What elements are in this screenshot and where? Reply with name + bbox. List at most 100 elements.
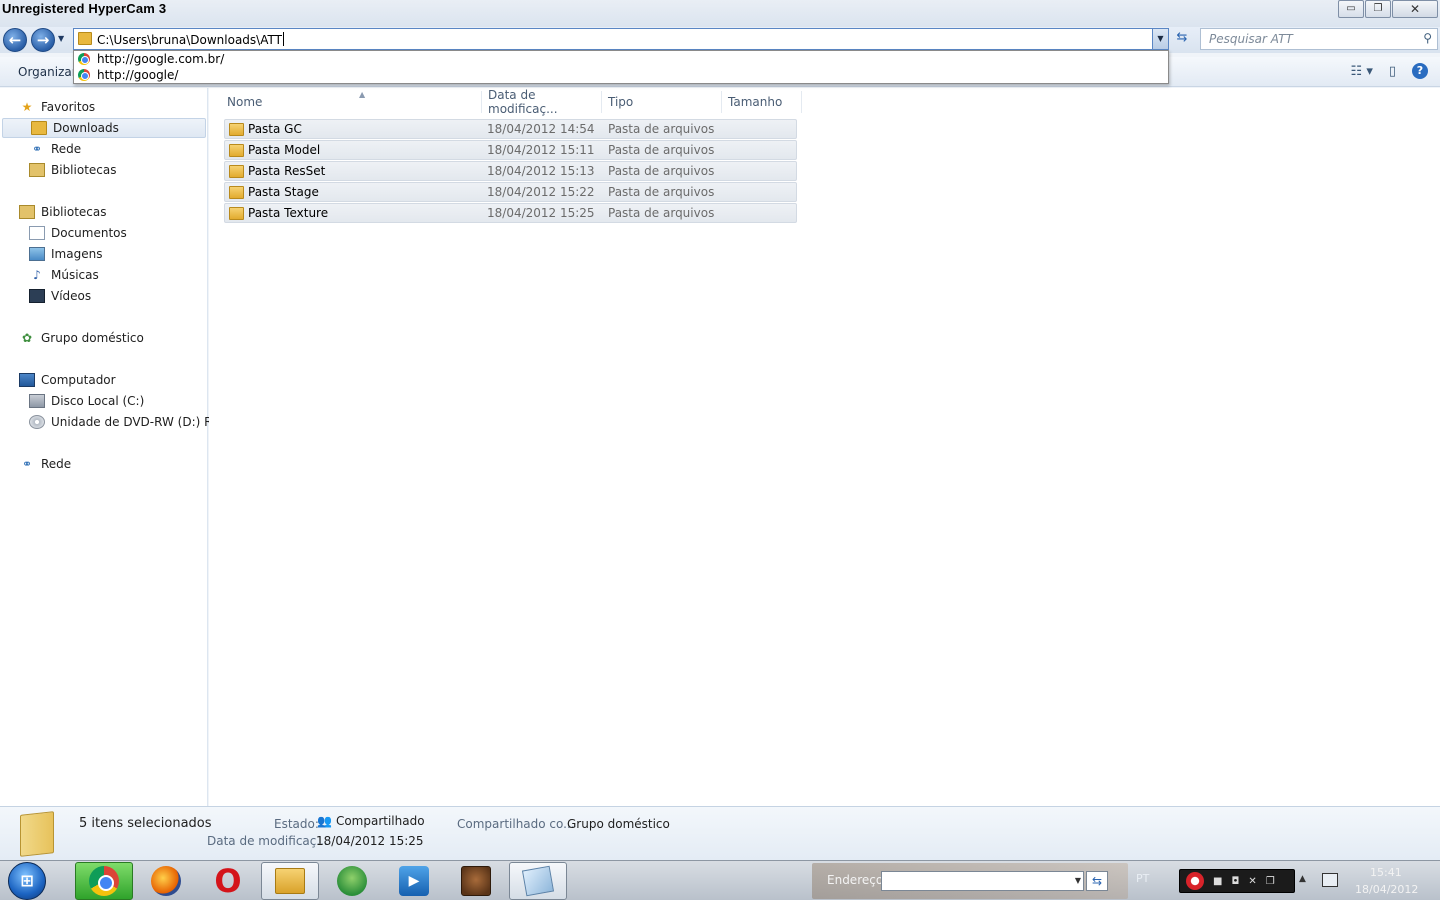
sidebar-item-bibliotecas[interactable]: Bibliotecas <box>19 202 106 222</box>
navigation-pane: ★ Favoritos Downloads ⚭ Rede Bibliotecas B… <box>0 88 225 806</box>
chevron-down-icon[interactable]: ▼ <box>1075 873 1081 889</box>
search-input[interactable]: Pesquisar ATT <box>1209 32 1293 46</box>
taskbar-windows-explorer[interactable] <box>261 862 319 900</box>
minimize-button[interactable]: ▭ <box>1338 0 1364 18</box>
address-dropdown-button[interactable]: ▼ <box>1152 29 1168 49</box>
taskbar-app-avatar[interactable] <box>447 862 505 900</box>
view-controls: ☷ ▾ ▯ ? <box>1351 63 1428 79</box>
column-header-label: Nome <box>227 95 263 109</box>
taskbar-opera[interactable]: O <box>199 862 257 900</box>
modified-date-label: Data de modificaç... <box>207 834 328 848</box>
sidebar-item-imagens[interactable]: Imagens <box>29 244 102 264</box>
details-pane: 5 itens selecionados Estado: 👥 Compartilh… <box>0 806 1440 860</box>
taskbar-chrome[interactable] <box>75 862 133 900</box>
column-header-size[interactable]: Tamanho <box>722 91 802 113</box>
column-header-date[interactable]: Data de modificaç... <box>482 88 602 116</box>
windows-explorer-icon <box>275 868 305 894</box>
show-hidden-icons-icon[interactable]: ▲ <box>1299 874 1306 884</box>
suggestion-item[interactable]: http://google/ <box>74 67 1168 83</box>
close-button[interactable]: ✕ <box>1392 0 1438 18</box>
suggestion-item[interactable]: http://google.com.br/ <box>74 51 1168 67</box>
taskbar-notepad[interactable] <box>509 862 567 900</box>
camera-icon[interactable]: ◘ <box>1231 876 1239 887</box>
sidebar-item-label: Documentos <box>51 226 127 240</box>
file-type: Pasta de arquivos <box>608 122 715 136</box>
address-toolbar-input[interactable]: ▼ <box>881 871 1084 891</box>
sidebar-item-grupo-domestico[interactable]: ✿ Grupo doméstico <box>19 328 144 348</box>
preview-pane-icon[interactable]: ▯ <box>1389 64 1396 79</box>
videos-icon <box>29 289 45 303</box>
maximize-button[interactable]: ❐ <box>1365 0 1391 18</box>
refresh-icon[interactable]: ⇆ <box>1171 30 1193 50</box>
file-row[interactable]: Pasta Model 18/04/2012 15:11 Pasta de ar… <box>224 140 797 160</box>
taskbar-messenger[interactable] <box>323 862 381 900</box>
window-icon[interactable]: ❐ <box>1266 876 1275 887</box>
sort-ascending-icon: ▲ <box>359 90 366 99</box>
dvd-drive-icon <box>29 415 45 429</box>
sidebar-item-computador[interactable]: Computador <box>19 370 116 390</box>
sidebar-item-videos[interactable]: Vídeos <box>29 286 91 306</box>
file-row[interactable]: Pasta ResSet 18/04/2012 15:13 Pasta de a… <box>224 161 797 181</box>
sidebar-item-bibliotecas-favorito[interactable]: Bibliotecas <box>29 160 116 180</box>
taskbar-firefox[interactable] <box>137 862 195 900</box>
column-header-label: Tipo <box>608 95 634 109</box>
stop-icon[interactable]: ■ <box>1213 876 1222 887</box>
suggestion-label: http://google.com.br/ <box>97 52 225 66</box>
sidebar-item-rede-favorito[interactable]: ⚭ Rede <box>29 139 81 159</box>
sidebar-item-musicas[interactable]: ♪ Músicas <box>29 265 99 285</box>
homegroup-icon: ✿ <box>21 331 33 345</box>
network-tray-icon[interactable] <box>1322 873 1338 887</box>
file-date: 18/04/2012 15:22 <box>487 185 595 199</box>
sidebar-item-disco-local[interactable]: Disco Local (C:) <box>29 391 144 411</box>
chrome-icon <box>78 69 90 81</box>
sidebar-item-documentos[interactable]: Documentos <box>29 223 127 243</box>
address-go-icon[interactable]: ⇆ <box>1086 871 1108 891</box>
forward-button[interactable]: → <box>31 28 55 52</box>
change-view-icon[interactable]: ☷ ▾ <box>1351 64 1373 79</box>
language-indicator[interactable]: PT <box>1136 872 1149 885</box>
address-suggestions: http://google.com.br/ http://google/ <box>73 50 1169 84</box>
record-icon[interactable] <box>1186 872 1204 890</box>
help-icon[interactable]: ? <box>1412 63 1428 79</box>
file-row[interactable]: Pasta Stage 18/04/2012 15:22 Pasta de ar… <box>224 182 797 202</box>
file-row[interactable]: Pasta Texture 18/04/2012 15:25 Pasta de … <box>224 203 797 223</box>
file-row[interactable]: Pasta GC 18/04/2012 14:54 Pasta de arqui… <box>224 119 797 139</box>
taskbar-media-player[interactable]: ▶ <box>385 862 443 900</box>
folder-icon <box>229 165 244 178</box>
clock-time[interactable]: 15:41 <box>1370 866 1402 879</box>
start-button[interactable]: ⊞ <box>8 862 46 900</box>
hard-disk-icon <box>29 394 45 408</box>
hypercam-controls[interactable]: ■ ◘ ✕ ❐ <box>1179 869 1295 893</box>
libraries-icon <box>19 205 35 219</box>
clock-date[interactable]: 18/04/2012 <box>1355 883 1418 896</box>
column-header-label: Data de modificaç... <box>488 88 558 116</box>
sidebar-item-rede[interactable]: ⚭ Rede <box>19 454 71 474</box>
file-date: 18/04/2012 15:25 <box>487 206 595 220</box>
pictures-icon <box>29 247 45 261</box>
address-bar[interactable]: C:\Users\bruna\Downloads\ATT ▼ <box>73 28 1169 50</box>
file-type: Pasta de arquivos <box>608 143 715 157</box>
search-icon[interactable]: ⚲ <box>1423 31 1432 45</box>
column-header-type[interactable]: Tipo <box>602 91 722 113</box>
shared-users-icon: 👥 <box>317 814 332 828</box>
file-type: Pasta de arquivos <box>608 206 715 220</box>
computer-icon <box>19 373 35 387</box>
suggestion-label: http://google/ <box>97 68 179 82</box>
sidebar-item-downloads[interactable]: Downloads <box>2 118 206 138</box>
modified-date-value: 18/04/2012 15:25 <box>316 834 424 848</box>
recent-pages-dropdown-icon[interactable]: ▼ <box>58 34 64 43</box>
sidebar-item-favoritos[interactable]: ★ Favoritos <box>19 97 96 117</box>
back-button[interactable]: ← <box>3 28 27 52</box>
mute-icon[interactable]: ✕ <box>1248 876 1256 887</box>
column-header-name[interactable]: Nome ▲ <box>221 90 482 113</box>
address-input[interactable]: C:\Users\bruna\Downloads\ATT <box>97 32 284 47</box>
sidebar-item-label: Imagens <box>51 247 103 261</box>
sidebar-item-label: Rede <box>51 142 82 156</box>
network-icon: ⚭ <box>21 457 33 471</box>
chrome-icon <box>89 866 119 896</box>
folder-icon <box>78 32 92 45</box>
chrome-icon <box>78 53 90 65</box>
search-box[interactable]: Pesquisar ATT ⚲ <box>1200 28 1438 50</box>
sidebar-item-dvd[interactable]: Unidade de DVD-RW (D:) RIO <box>29 412 225 432</box>
organize-button[interactable]: Organizar <box>18 65 77 79</box>
